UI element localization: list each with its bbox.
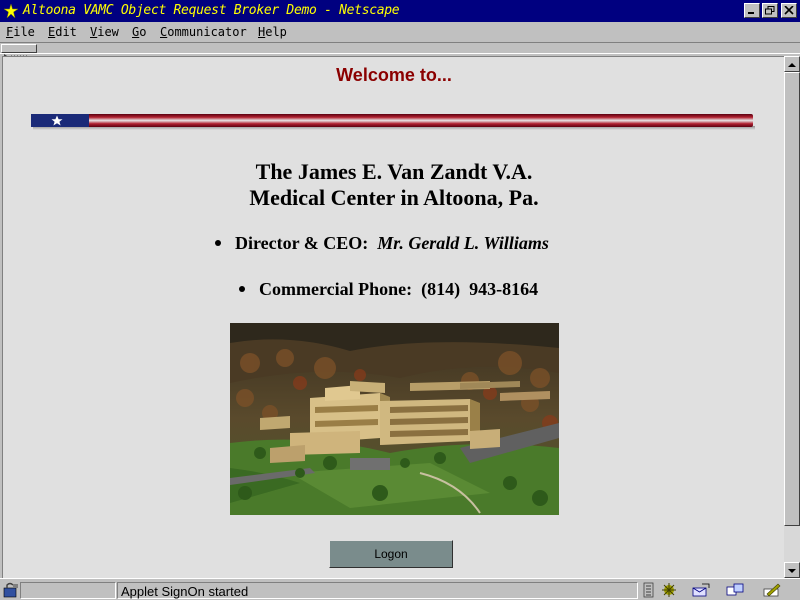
logon-button[interactable]: Logon [329,540,453,568]
scroll-down-button[interactable] [784,562,800,578]
menu-go[interactable]: Go [132,25,146,39]
scroll-up-button[interactable] [784,56,800,72]
welcome-heading: Welcome to... [336,65,452,85]
heading-line-2: Medical Center in Altoona, Pa. [249,185,539,210]
arrow-down-icon [788,569,796,573]
scroll-thumb[interactable] [784,72,800,526]
netscape-logo-icon [3,3,19,19]
director-label: Director & CEO: [235,233,369,253]
menu-view[interactable]: View [90,25,119,39]
center-name-heading: The James E. Van Zandt V.A. Medical Cent… [3,159,784,211]
progress-box [20,582,116,599]
menu-bar: File Edit View Go Communicator Help [0,22,800,42]
minimize-button[interactable] [744,3,760,18]
bullet-icon [239,285,245,292]
bullet-icon [215,239,221,246]
heading-line-1: The James E. Van Zandt V.A. [255,159,533,184]
restore-button[interactable] [762,3,778,18]
toolbar-handle-bar [0,42,800,59]
mail-icon[interactable] [692,582,710,598]
phone-label: Commercial Phone: [259,279,413,299]
director-name: Mr. Gerald L. Williams [377,233,549,253]
status-bar: Applet SignOn started [0,578,800,600]
title-bar: Altoona VAMC Object Request Broker Demo … [0,0,800,22]
status-text: Applet SignOn started [121,584,249,599]
close-icon [784,6,794,15]
minimize-icon [748,12,754,14]
menu-edit[interactable]: Edit [48,25,77,39]
window-title: Altoona VAMC Object Request Broker Demo … [23,3,400,18]
medical-center-aerial-photo [230,323,559,515]
security-lock-icon[interactable] [2,582,20,598]
arrow-up-icon [788,63,796,67]
menu-communicator[interactable]: Communicator [160,25,247,39]
navigator-icon[interactable] [660,582,678,598]
discussion-groups-icon[interactable] [726,582,744,598]
vertical-scrollbar[interactable] [784,56,800,578]
menu-file[interactable]: File [6,25,35,39]
phone-bullet: Commercial Phone: (814) 943-8164 [239,279,538,300]
director-bullet: Director & CEO: Mr. Gerald L. Williams [215,233,549,254]
toolbar-expand-handle[interactable] [1,44,37,59]
page-content: Welcome to... The James E. Van Zandt V.A… [2,56,784,578]
restore-icon [765,6,775,15]
menu-help[interactable]: Help [258,25,287,39]
composer-icon[interactable] [763,582,781,598]
component-bar-icon[interactable] [641,582,659,598]
phone-value: (814) 943-8164 [421,279,539,299]
close-button[interactable] [781,3,797,18]
flag-divider [31,114,755,130]
